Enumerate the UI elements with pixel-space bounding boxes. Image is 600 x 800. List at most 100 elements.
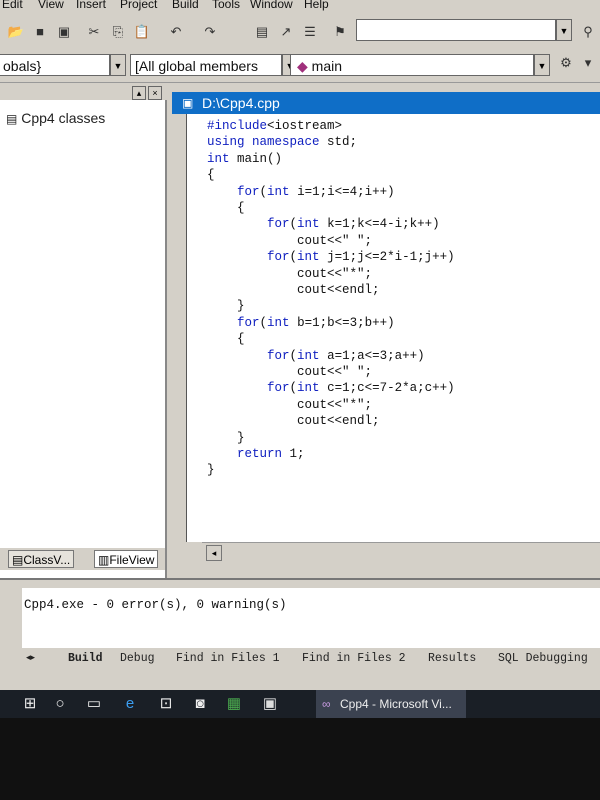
code-line[interactable]: {: [207, 331, 245, 347]
code-line[interactable]: #include<iostream>: [207, 118, 342, 134]
horizontal-scrollbar[interactable]: ◂: [202, 542, 600, 563]
code-line[interactable]: cout<<endl;: [207, 413, 380, 429]
code-line[interactable]: for(int j=1;j<=2*i-1;j++): [207, 249, 455, 265]
editor-title-bar[interactable]: ▣ D:\Cpp4.cpp: [172, 92, 600, 114]
function-diamond-icon: ◆: [297, 58, 308, 74]
find-icon[interactable]: ⚑: [330, 22, 350, 42]
code-line[interactable]: for(int k=1;k<=4-i;k++): [207, 216, 440, 232]
workspace-icon[interactable]: ▤: [252, 22, 272, 42]
output-tabs: ◂▸ Build Debug Find in Files 1 Find in F…: [0, 648, 600, 668]
output-icon[interactable]: ↗: [276, 22, 296, 42]
menu-project[interactable]: Project: [120, 0, 157, 11]
find-combo-dropdown[interactable]: ▼: [556, 19, 572, 41]
code-line[interactable]: cout<<"*";: [207, 397, 372, 413]
visual-studio-icon: ∞: [322, 697, 331, 711]
scope-combo-dropdown[interactable]: ▼: [110, 54, 126, 76]
task-view-icon[interactable]: ▭: [84, 694, 104, 714]
wizard-actions-dropdown-icon[interactable]: ▾: [578, 53, 598, 73]
taskbar-active-app[interactable]: ∞ Cpp4 - Microsoft Vi...: [316, 690, 466, 718]
menu-build[interactable]: Build: [172, 0, 199, 11]
code-line[interactable]: }: [207, 462, 215, 478]
function-combo[interactable]: ◆ main: [290, 54, 534, 76]
save-icon[interactable]: ■: [30, 22, 50, 42]
function-combo-dropdown[interactable]: ▼: [534, 54, 550, 76]
code-line[interactable]: cout<<endl;: [207, 282, 380, 298]
open-icon[interactable]: 📂: [6, 22, 26, 42]
find-combo[interactable]: [356, 19, 556, 41]
paste-icon[interactable]: 📋: [132, 22, 152, 42]
code-line[interactable]: }: [207, 298, 245, 314]
code-line[interactable]: {: [207, 167, 215, 183]
save-all-icon[interactable]: ▣: [54, 22, 74, 42]
edge-icon[interactable]: e: [120, 694, 140, 714]
code-line[interactable]: {: [207, 200, 245, 216]
editor-title: D:\Cpp4.cpp: [202, 95, 280, 111]
redo-icon[interactable]: ↷: [200, 22, 220, 42]
code-line[interactable]: cout<<"*";: [207, 266, 372, 282]
active-app-label: Cpp4 - Microsoft Vi...: [340, 697, 452, 711]
taskbar: ⊞ ○ ▭ e ⊡ ◙ ▦ ▣ ∞ Cpp4 - Microsoft Vi...: [0, 690, 600, 718]
tab-scroll-arrows-icon[interactable]: ◂▸: [26, 652, 35, 663]
windows-start-icon[interactable]: ⊞: [20, 694, 40, 714]
tab-results[interactable]: Results: [428, 652, 476, 665]
fileview-icon: ▥: [98, 553, 110, 567]
menu-bar: Edit View Insert Project Build Tools Win…: [0, 0, 600, 14]
tab-fileview-label: FileView: [109, 553, 155, 567]
cut-icon[interactable]: ✂: [84, 22, 104, 42]
code-editor[interactable]: #include<iostream> using namespace std; in…: [186, 114, 600, 542]
menu-view[interactable]: View: [38, 0, 64, 11]
tab-find-in-files-2[interactable]: Find in Files 2: [302, 652, 406, 665]
close-icon[interactable]: ×: [148, 86, 162, 100]
tab-classview[interactable]: ▤ClassV...: [8, 550, 75, 568]
scroll-left-icon[interactable]: ◂: [206, 545, 222, 561]
classes-icon: ▤: [6, 112, 18, 126]
tab-fileview[interactable]: ▥FileView: [94, 550, 159, 568]
menu-tools[interactable]: Tools: [212, 0, 240, 11]
search-icon[interactable]: ○: [50, 694, 70, 714]
binoculars-icon[interactable]: ⚲: [578, 22, 598, 42]
tab-classview-label: ClassV...: [23, 553, 71, 567]
menu-window[interactable]: Window: [250, 0, 293, 11]
editor-window: ▣ D:\Cpp4.cpp #include<iostream> using na…: [172, 84, 600, 578]
code-line[interactable]: }: [207, 430, 245, 446]
tab-build[interactable]: Build: [68, 652, 103, 665]
maximize-icon[interactable]: ▴: [132, 86, 146, 100]
tab-sql-debugging[interactable]: SQL Debugging: [498, 652, 588, 665]
code-line[interactable]: for(int a=1;a<=3;a++): [207, 348, 425, 364]
workspace-tabs: ▤ClassV... ▥FileView: [0, 548, 165, 570]
code-line[interactable]: return 1;: [207, 446, 305, 462]
ide-window: Edit View Insert Project Build Tools Win…: [0, 0, 600, 690]
class-tree-root-label: Cpp4 classes: [21, 110, 106, 126]
undo-icon[interactable]: ↶: [166, 22, 186, 42]
wizard-actions-icon[interactable]: ⚙: [556, 53, 576, 73]
copy-icon[interactable]: ⎘: [108, 22, 128, 42]
code-line[interactable]: cout<<" ";: [207, 364, 372, 380]
workspace-header: ▴ ×: [0, 84, 165, 100]
function-combo-value: main: [311, 58, 343, 74]
code-line[interactable]: cout<<" ";: [207, 233, 372, 249]
class-tree-root[interactable]: ▤ Cpp4 classes: [6, 110, 105, 126]
code-line[interactable]: using namespace std;: [207, 134, 357, 150]
tab-debug[interactable]: Debug: [120, 652, 155, 665]
find-in-files-icon[interactable]: ☰: [300, 22, 320, 42]
standard-toolbar: 📂 ■ ▣ ✂ ⎘ 📋 ↶ ↷ ▤ ↗ ☰ ⚑ ▼ ⚲: [0, 14, 600, 51]
source-file-icon: ▣: [182, 96, 194, 110]
members-combo[interactable]: [All global members: [130, 54, 282, 76]
code-line[interactable]: for(int c=1;c<=7-2*a;c++): [207, 380, 455, 396]
build-result-message: Cpp4.exe - 0 error(s), 0 warning(s): [24, 598, 287, 612]
app-icon[interactable]: ◙: [190, 694, 210, 714]
code-line[interactable]: for(int i=1;i<=4;i++): [207, 184, 395, 200]
scope-combo[interactable]: obals}: [0, 54, 110, 76]
store-icon[interactable]: ⊡: [156, 694, 176, 714]
classview-icon: ▤: [12, 553, 24, 567]
excel-icon[interactable]: ▦: [224, 694, 244, 714]
menu-insert[interactable]: Insert: [76, 0, 106, 11]
output-text-area[interactable]: Cpp4.exe - 0 error(s), 0 warning(s): [22, 588, 600, 648]
output-pane: Cpp4.exe - 0 error(s), 0 warning(s) ◂▸ B…: [0, 578, 600, 690]
code-line[interactable]: for(int b=1;b<=3;b++): [207, 315, 395, 331]
file-explorer-icon[interactable]: ▣: [260, 694, 280, 714]
menu-help[interactable]: Help: [304, 0, 329, 11]
menu-edit[interactable]: Edit: [2, 0, 23, 11]
tab-find-in-files-1[interactable]: Find in Files 1: [176, 652, 280, 665]
code-line[interactable]: int main(): [207, 151, 282, 167]
